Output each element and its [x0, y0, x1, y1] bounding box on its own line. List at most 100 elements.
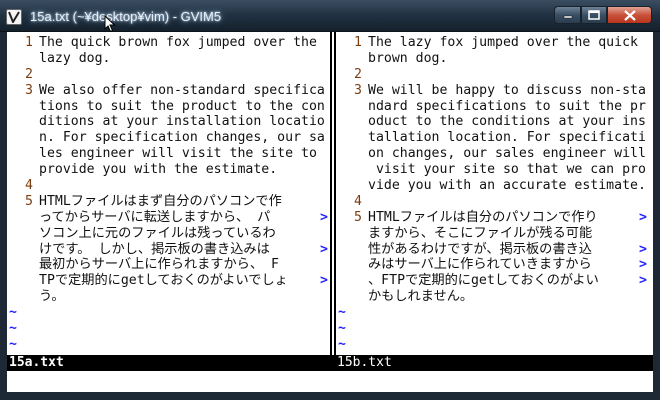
tilde-marker: ~: [9, 336, 17, 352]
empty-line-tilde: ~: [7, 305, 329, 321]
left-editor-pane[interactable]: 1 The quick brown fox jumped over the lazy…: [7, 35, 329, 355]
maximize-icon: [588, 10, 600, 20]
line-number: 5: [354, 209, 362, 225]
text-line[interactable]: 2: [336, 67, 648, 83]
tilde-marker: ~: [338, 305, 346, 321]
text-line[interactable]: 1 The quick brown fox jumped over the: [7, 35, 329, 51]
text-line[interactable]: provide you with the estimate.: [7, 162, 329, 178]
text-line[interactable]: brown dog.: [336, 51, 648, 67]
wrap-continuation-marker: >: [639, 273, 647, 289]
line-text: ソコン上に元のファイルは残っているわ: [39, 225, 276, 241]
text-line[interactable]: les engineer will visit the site to: [7, 146, 329, 162]
close-icon: [623, 9, 636, 21]
text-line[interactable]: oduct to the conditions at your ins: [336, 114, 648, 130]
text-line[interactable]: 最初からサーバ上に作られますから、 F: [7, 257, 329, 273]
text-line[interactable]: う。: [7, 289, 329, 305]
gvim-app-icon[interactable]: [6, 9, 22, 25]
text-line[interactable]: 性があるわけですが、掲示板の書き込 >: [336, 242, 648, 258]
line-text: on changes, our sales engineer will: [368, 146, 646, 162]
window-frame-right: [653, 32, 660, 400]
line-number: 3: [354, 82, 362, 98]
line-text: tallation location. For specificati: [368, 130, 646, 146]
text-line[interactable]: 3 We will be happy to discuss non-sta: [336, 83, 648, 99]
line-text: We will be happy to discuss non-sta: [368, 82, 646, 98]
line-text: TPで定期的にgetしておくのがよいでしょ: [39, 273, 288, 289]
text-line[interactable]: visit your site so that we can pro: [336, 162, 648, 178]
line-text: visit your site so that we can pro: [368, 162, 646, 178]
text-line[interactable]: TPで定期的にgetしておくのがよいでしょ >: [7, 273, 329, 289]
right-status-line[interactable]: 15b.txt: [333, 355, 653, 371]
wrap-continuation-marker: >: [320, 273, 328, 289]
text-line[interactable]: 4: [336, 194, 648, 210]
line-text: 、FTPで定期的にgetしておくのがよい: [368, 273, 599, 289]
command-line[interactable]: [7, 371, 653, 392]
line-text: 性があるわけですが、掲示板の書き込: [368, 241, 592, 257]
text-line[interactable]: 5 HTMLファイルは自分のパソコンで作り >: [336, 210, 648, 226]
line-text: The lazy fox jumped over the quick: [368, 35, 638, 50]
text-line[interactable]: vide you with an accurate estimate.: [336, 178, 648, 194]
line-number: 1: [25, 35, 33, 50]
line-number: 1: [354, 35, 362, 50]
line-text: けです。 しかし、掲示板の書き込みは: [39, 241, 270, 257]
line-text: HTMLファイルは自分のパソコンで作り: [368, 209, 598, 225]
tilde-marker: ~: [338, 336, 346, 352]
line-text: ますから、そこにファイルが残る可能: [368, 225, 593, 241]
text-line[interactable]: けです。 しかし、掲示板の書き込みは >: [7, 242, 329, 258]
wrap-continuation-marker: >: [320, 209, 328, 225]
window-title: 15a.txt (~¥desktop¥vim) - GVIM5: [30, 9, 222, 24]
wrap-continuation-marker: >: [320, 241, 328, 257]
minimize-icon: [563, 15, 572, 19]
title-bar[interactable]: 15a.txt (~¥desktop¥vim) - GVIM5: [0, 0, 660, 33]
text-line[interactable]: 5 HTMLファイルはまず自分のパソコンで作: [7, 194, 329, 210]
window-frame-bottom: [0, 392, 660, 400]
tilde-marker: ~: [338, 321, 346, 337]
line-text: みはサーバ上に作られていきますから: [368, 257, 592, 273]
line-text: brown dog.: [368, 50, 448, 66]
right-editor-pane[interactable]: 1 The lazy fox jumped over the quick brown…: [336, 35, 648, 355]
text-line[interactable]: みはサーバ上に作られていきますから >: [336, 257, 648, 273]
line-text: tions to suit the product to the con: [39, 98, 325, 114]
text-line[interactable]: ditions at your installation locatio: [7, 114, 329, 130]
maximize-button[interactable]: [581, 6, 607, 24]
text-line[interactable]: ってからサーバに転送しますから、 パ >: [7, 210, 329, 226]
empty-line-tilde: ~: [336, 321, 648, 337]
left-status-line[interactable]: 15a.txt: [7, 355, 333, 371]
text-line[interactable]: lazy dog.: [7, 51, 329, 67]
text-line[interactable]: ソコン上に元のファイルは残っているわ: [7, 226, 329, 242]
wrap-continuation-marker: >: [639, 209, 647, 225]
line-number: 3: [25, 82, 33, 98]
empty-line-tilde: ~: [336, 337, 648, 353]
wrap-continuation-marker: >: [639, 257, 647, 273]
text-line[interactable]: ndard specifications to suit the pr: [336, 99, 648, 115]
text-line[interactable]: ますから、そこにファイルが残る可能: [336, 226, 648, 242]
empty-line-tilde: ~: [336, 305, 648, 321]
text-line[interactable]: 4: [7, 178, 329, 194]
line-number: 2: [25, 66, 33, 82]
text-line[interactable]: 1 The lazy fox jumped over the quick: [336, 35, 648, 51]
text-line[interactable]: n. For specification changes, our sa: [7, 130, 329, 146]
text-line[interactable]: 3 We also offer non-standard specifica: [7, 83, 329, 99]
vertical-split-separator[interactable]: [329, 32, 336, 355]
empty-line-tilde: ~: [7, 337, 329, 353]
text-line[interactable]: tallation location. For specificati: [336, 130, 648, 146]
wrap-continuation-marker: >: [639, 241, 647, 257]
text-line[interactable]: かもしれません。: [336, 289, 648, 305]
line-text: provide you with the estimate.: [39, 162, 278, 178]
text-line[interactable]: 、FTPで定期的にgetしておくのがよい >: [336, 273, 648, 289]
line-text: les engineer will visit the site to: [39, 146, 317, 162]
close-button[interactable]: [607, 6, 652, 24]
window-frame-left: [0, 32, 7, 400]
line-number: 2: [354, 66, 362, 82]
minimize-button[interactable]: [554, 6, 581, 24]
text-line[interactable]: 2: [7, 67, 329, 83]
tilde-marker: ~: [9, 321, 17, 337]
line-text: lazy dog.: [39, 50, 111, 66]
text-line[interactable]: tions to suit the product to the con: [7, 99, 329, 115]
text-line[interactable]: on changes, our sales engineer will: [336, 146, 648, 162]
line-text: ってからサーバに転送しますから、 パ: [39, 209, 271, 225]
line-text: HTMLファイルはまず自分のパソコンで作: [39, 193, 282, 209]
line-text: The quick brown fox jumped over the: [39, 35, 317, 50]
window-controls: [554, 6, 652, 26]
vim-client-area[interactable]: 1 The quick brown fox jumped over the lazy…: [7, 32, 653, 392]
line-text: ditions at your installation locatio: [39, 114, 325, 130]
